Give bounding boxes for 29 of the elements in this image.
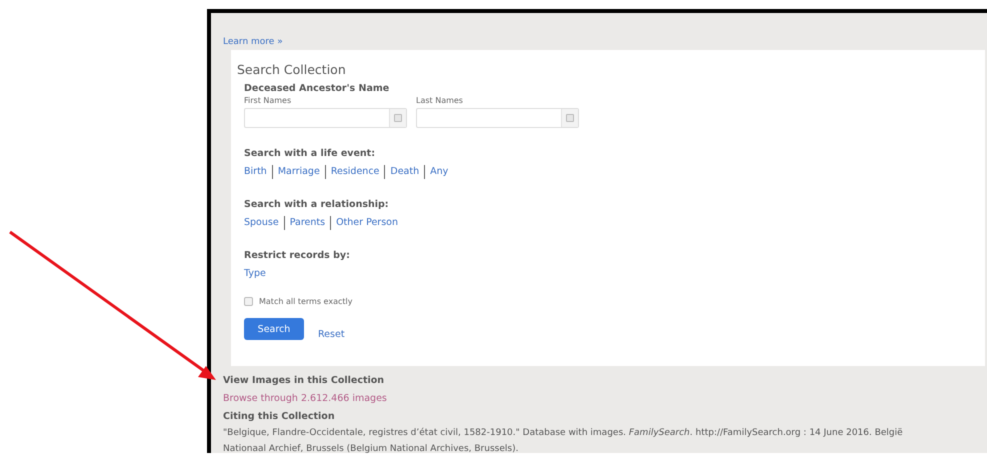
section-heading: Search with a life event: (243, 148, 376, 159)
option-link[interactable]: Death (384, 165, 424, 179)
option-link[interactable]: Any (424, 165, 454, 179)
search-button[interactable]: Search (244, 318, 304, 340)
square-icon (566, 114, 574, 122)
field-label: First Names (244, 96, 292, 105)
section-heading: Citing this Collection (223, 411, 336, 422)
square-icon (394, 114, 402, 122)
reset-link[interactable]: Reset (318, 329, 345, 340)
option-link[interactable]: Residence (324, 165, 384, 179)
learn-more-link[interactable]: Learn more » (223, 36, 283, 48)
field-label: Last Names (416, 96, 464, 105)
browse-images-link[interactable]: Browse through 2.612.466 images (223, 393, 387, 404)
section-heading: View Images in this Collection (223, 375, 386, 386)
checkbox-label: Match all terms exactly (259, 297, 352, 306)
section-title: Search Collection (237, 62, 347, 77)
section-heading: Search with a relationship: (243, 199, 390, 210)
field-group-heading: Deceased Ancestor's Name (243, 83, 390, 94)
option-link[interactable]: Spouse (244, 216, 284, 230)
citation-text: "Belgique, Flandre-Occidentale, registres d’état civil, 1582-1910." Database with images. FamilySearch. http://FamilySearch.org : 14 June 2016. België Nationaal Archief, Brussels (Belgium National Archives, Brussels). (223, 426, 904, 456)
checkbox[interactable] (244, 297, 253, 306)
text-field[interactable] (416, 108, 579, 128)
text-field[interactable] (244, 108, 407, 128)
section-heading: Restrict records by: (243, 250, 351, 261)
option-link[interactable]: Type (244, 267, 271, 281)
option-link[interactable]: Other Person (330, 216, 403, 230)
option-link[interactable]: Marriage (272, 165, 325, 179)
option-link[interactable]: Birth (244, 165, 272, 179)
option-link[interactable]: Parents (284, 216, 330, 230)
